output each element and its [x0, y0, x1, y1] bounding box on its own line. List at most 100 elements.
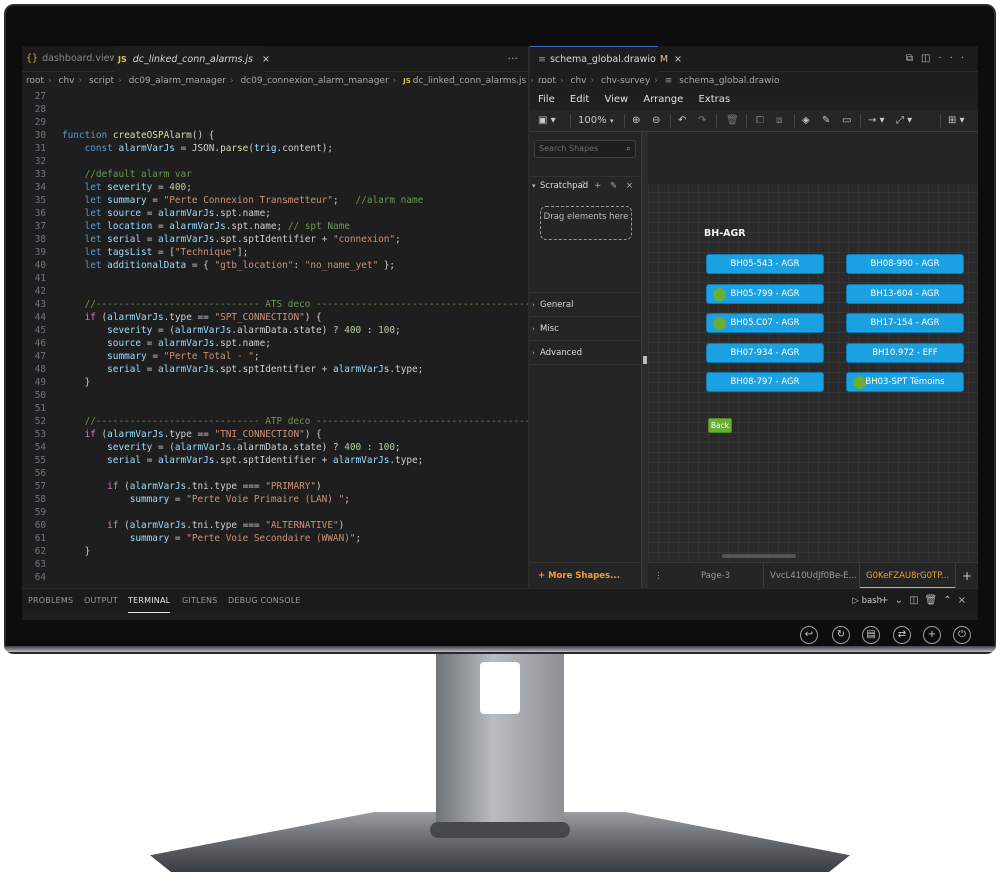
search-shapes-input[interactable]: Search Shapes ⌕	[534, 140, 636, 158]
page-tab-active[interactable]: G0KeFZAU8rG0TP...	[860, 563, 956, 588]
diagram-node[interactable]: BH13-604 - AGR	[846, 283, 964, 304]
redo-icon[interactable]: ↷	[698, 110, 706, 132]
diagram-node[interactable]: BH05-799 - AGR	[706, 283, 824, 304]
section-misc[interactable]: › Misc	[530, 316, 642, 340]
code-line[interactable]: 41	[22, 272, 528, 285]
close-icon[interactable]: ×	[674, 54, 682, 65]
add-page-icon[interactable]: +	[962, 563, 972, 588]
code-line[interactable]: 31 const alarmVarJs = JSON.parse(trig.co…	[22, 142, 528, 155]
scratchpad-actions[interactable]: ? + ✎ ×	[581, 177, 636, 195]
code-line[interactable]: 35 let summary = "Perte Connexion Transm…	[22, 194, 528, 207]
more-actions-icon[interactable]: ···	[938, 53, 972, 64]
kill-terminal-icon[interactable]: 🗑	[925, 595, 944, 606]
horizontal-scrollbar[interactable]	[722, 554, 796, 558]
delete-icon[interactable]: 🗑	[726, 110, 739, 132]
zoom-in-icon[interactable]: ⊕	[632, 110, 640, 132]
section-advanced[interactable]: › Advanced	[530, 340, 642, 364]
diagram-node[interactable]: BH10.972 - EFF	[846, 342, 964, 363]
undo-icon[interactable]: ↶	[678, 110, 686, 132]
code-line[interactable]: 63	[22, 558, 528, 571]
breadcrumb-item[interactable]: chv-survey	[601, 76, 650, 86]
code-line[interactable]: 61 summary = "Perte Voie Secondaire (WWA…	[22, 532, 528, 545]
tab-dashboard-view[interactable]: {} dashboard.view	[22, 46, 117, 72]
code-line[interactable]: 39 let tagsList = ["Technique"];	[22, 246, 528, 259]
code-line[interactable]: 52 //----------------------------- ATP d…	[22, 415, 542, 428]
section-general[interactable]: › General	[530, 292, 642, 316]
tab-schema-global[interactable]: ≡ schema_global.drawio M ×	[530, 46, 682, 72]
breadcrumb-item[interactable]: chv	[571, 76, 587, 86]
maximize-panel-icon[interactable]: ⌃	[943, 595, 957, 606]
fill-color-icon[interactable]: ◈	[802, 110, 810, 132]
to-back-icon[interactable]: ⧈	[776, 110, 782, 132]
chevron-down-icon[interactable]: ▾	[610, 110, 614, 132]
code-line[interactable]: 40 let additionalData = { "gtb_location"…	[22, 259, 528, 272]
compare-icon[interactable]: ⧉	[906, 53, 921, 64]
format-panel-icon[interactable]: ▣ ▾	[538, 110, 556, 132]
zoom-out-icon[interactable]: ⊖	[652, 110, 660, 132]
to-front-icon[interactable]: ⧠	[756, 110, 764, 132]
breadcrumb-item[interactable]: schema_global.drawio	[679, 76, 779, 86]
search-icon[interactable]: ⌕	[626, 141, 631, 157]
code-line[interactable]: 60 if (alarmVarJs.tni.type === "ALTERNAT…	[22, 519, 528, 532]
code-line[interactable]: 64	[22, 571, 528, 584]
code-line[interactable]: 34 let severity = 400;	[22, 181, 528, 194]
line-color-icon[interactable]: ✎	[822, 110, 830, 132]
diagram-node[interactable]: BH08-990 - AGR	[846, 254, 964, 274]
more-actions-icon[interactable]: ···	[508, 46, 519, 72]
shadow-icon[interactable]: ▭	[842, 110, 851, 132]
scratchpad-dropzone[interactable]: Drag elements here	[540, 206, 632, 240]
menu-edit[interactable]: Edit	[570, 94, 589, 105]
scratchpad-header[interactable]: ▾ Scratchpad ? + ✎ ×	[530, 176, 642, 194]
tab-debug-console[interactable]: DEBUG CONSOLE	[228, 589, 301, 613]
code-line[interactable]: 29	[22, 116, 528, 129]
tab-problems[interactable]: PROBLEMS	[28, 589, 73, 613]
code-line[interactable]: 43 //----------------------------- ATS d…	[22, 298, 542, 311]
menu-file[interactable]: File	[538, 94, 555, 105]
breadcrumb-item[interactable]: root	[26, 76, 44, 86]
menu-arrange[interactable]: Arrange	[643, 94, 683, 105]
zoom-select[interactable]: 100%	[578, 110, 607, 132]
insert-icon[interactable]: ⊞ ▾	[948, 110, 965, 132]
code-line[interactable]: 49 }	[22, 376, 528, 389]
breadcrumb-item[interactable]: dc_linked_conn_alarms.js	[413, 76, 526, 86]
code-line[interactable]: 50	[22, 389, 528, 402]
code-editor[interactable]: 27 28 29 30 function createOSPAlarm() {31 co…	[22, 90, 542, 588]
terminal-shell-select[interactable]: ▷ bash	[852, 589, 882, 613]
new-terminal-icon[interactable]: +⌄	[880, 595, 909, 606]
split-terminal-icon[interactable]: ◫	[909, 595, 924, 606]
code-line[interactable]: 33 //default alarm var	[22, 168, 528, 181]
code-line[interactable]: 58 summary = "Perte Voie Primaire (LAN) …	[22, 493, 528, 506]
diagram-node[interactable]: BH17-154 - AGR	[846, 313, 964, 333]
breadcrumb-item[interactable]: root	[538, 76, 556, 86]
code-line[interactable]: 28	[22, 103, 528, 116]
waypoints-icon[interactable]: ⤢ ▾	[896, 110, 912, 132]
split-editor-icon[interactable]: ◫	[921, 53, 938, 64]
close-icon[interactable]: ×	[262, 54, 270, 65]
code-line[interactable]: 56	[22, 467, 528, 480]
tab-terminal[interactable]: TERMINAL	[128, 589, 171, 613]
page-tab[interactable]: VvcL410UdJf0Be-E...	[764, 563, 860, 588]
code-line[interactable]: 47 summary = "Perte Total - ";	[22, 350, 528, 363]
more-shapes-button[interactable]: + More Shapes...	[530, 562, 642, 588]
diagram-node[interactable]: BH07-934 - AGR	[706, 342, 824, 363]
connection-icon[interactable]: → ▾	[868, 110, 885, 132]
code-line[interactable]: 55 serial = alarmVarJs.spt.sptIdentifier…	[22, 454, 528, 467]
code-line[interactable]: 48 serial = alarmVarJs.spt.sptIdentifier…	[22, 363, 528, 376]
code-line[interactable]: 62 }	[22, 545, 528, 558]
tab-output[interactable]: OUTPUT	[84, 589, 118, 613]
code-line[interactable]: 44 if (alarmVarJs.type == "SPT_CONNECTIO…	[22, 311, 528, 324]
menu-view[interactable]: View	[604, 94, 628, 105]
code-line[interactable]: 42	[22, 285, 528, 298]
code-line[interactable]: 32	[22, 155, 528, 168]
diagram-node[interactable]: BH08-797 - AGR	[706, 372, 824, 392]
code-line[interactable]: 30 function createOSPAlarm() {	[22, 129, 528, 142]
code-line[interactable]: 57 if (alarmVarJs.tni.type === "PRIMARY"…	[22, 480, 528, 493]
diagram-node[interactable]: BH05-543 - AGR	[706, 254, 824, 274]
back-button[interactable]: Back	[708, 418, 732, 433]
code-line[interactable]: 38 let serial = alarmVarJs.spt.sptIdenti…	[22, 233, 528, 246]
pages-menu-icon[interactable]: ⋮	[654, 563, 663, 588]
tab-dc-linked-conn-alarms[interactable]: JS dc_linked_conn_alarms.js ×	[114, 46, 270, 72]
breadcrumb-item[interactable]: chv	[59, 76, 75, 86]
close-icon[interactable]: ×	[958, 595, 972, 606]
code-line[interactable]: 36 let source = alarmVarJs.spt.name;	[22, 207, 528, 220]
